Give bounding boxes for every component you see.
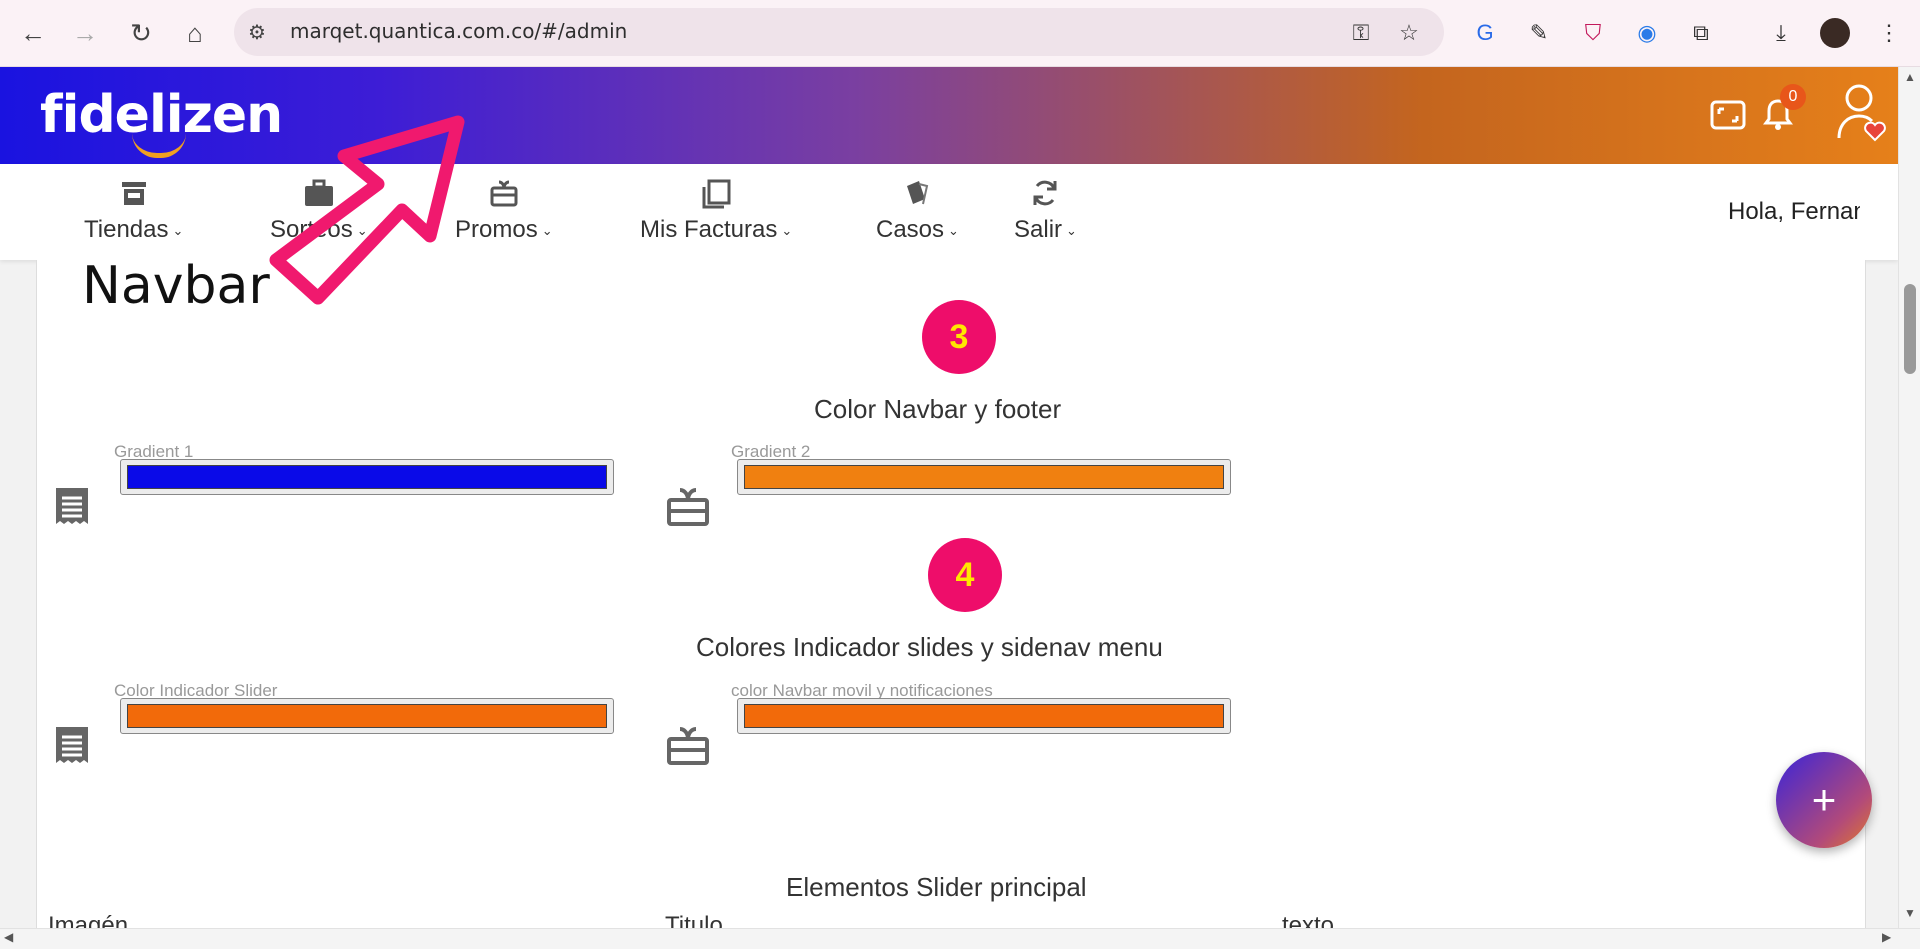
key-icon[interactable]: ⚿ xyxy=(1344,16,1378,50)
puzzle-icon[interactable]: ⧉ xyxy=(1684,16,1718,50)
gift-icon xyxy=(666,486,710,531)
profile-avatar[interactable] xyxy=(1818,16,1852,50)
step-number-badge: 4 xyxy=(928,538,1002,612)
menu-item-mis-facturas[interactable]: Mis Facturas ⌄ xyxy=(640,178,792,244)
vertical-scrollbar[interactable] xyxy=(1898,67,1920,928)
copy-icon xyxy=(700,178,732,214)
forward-icon[interactable]: → xyxy=(68,16,102,50)
section-heading: Elementos Slider principal xyxy=(786,872,1087,902)
home-icon[interactable]: ⌂ xyxy=(178,16,212,50)
menu-item-casos[interactable]: Casos ⌄ xyxy=(876,178,959,244)
user-greeting: Hola, Fernan xyxy=(1728,198,1860,225)
color-swatch xyxy=(744,465,1224,489)
url-text[interactable]: marqet.quantica.com.co/#/admin xyxy=(290,19,627,43)
menu-label: Salir xyxy=(1014,216,1063,243)
chevron-down-icon: ⌄ xyxy=(1066,222,1077,238)
chevron-down-icon: ⌄ xyxy=(172,222,184,238)
scroll-down-icon[interactable]: ▼ xyxy=(1904,906,1916,920)
indicator-slider-color-input[interactable] xyxy=(120,698,614,734)
gradient-2-color-input[interactable] xyxy=(737,459,1231,495)
chevron-down-icon: ⌄ xyxy=(948,222,959,238)
receipt-icon xyxy=(52,486,92,531)
sync-icon xyxy=(1030,178,1060,214)
user-favorite-icon[interactable] xyxy=(1834,81,1890,145)
gradient-1-color-input[interactable] xyxy=(120,459,614,495)
gift-icon xyxy=(489,178,519,214)
section-heading: Colores Indicador slides y sidenav menu xyxy=(696,632,1163,662)
color-swatch xyxy=(744,704,1224,728)
vertical-scroll-thumb[interactable] xyxy=(1904,284,1916,374)
section-heading: Color Navbar y footer xyxy=(814,394,1062,424)
notification-badge: 0 xyxy=(1780,84,1806,110)
back-icon[interactable]: ← xyxy=(16,16,50,50)
extension-blue-icon[interactable]: ◉ xyxy=(1630,16,1664,50)
add-fab-button[interactable]: + xyxy=(1776,752,1872,848)
scroll-right-icon[interactable]: ▶ xyxy=(1882,930,1891,944)
eyedropper-icon[interactable]: ✎ xyxy=(1522,16,1556,50)
site-info-icon[interactable]: ⚙ xyxy=(248,20,266,45)
horizontal-scrollbar[interactable] xyxy=(0,928,1920,949)
logo-smile xyxy=(132,133,186,158)
download-icon[interactable]: ⤓ xyxy=(1764,16,1798,50)
reload-icon[interactable]: ↻ xyxy=(124,16,158,50)
pink-annotation-arrow xyxy=(269,115,465,305)
scan-icon[interactable] xyxy=(1708,95,1748,135)
gift-icon xyxy=(666,725,710,770)
chevron-down-icon: ⌄ xyxy=(781,222,793,238)
chevron-down-icon: ⌄ xyxy=(541,222,553,238)
shield-extension-icon[interactable]: ⛉ xyxy=(1576,16,1610,50)
translate-icon[interactable]: G xyxy=(1468,16,1502,50)
store-icon xyxy=(119,178,149,214)
menu-label: Casos xyxy=(876,216,945,243)
receipt-icon xyxy=(52,725,92,770)
color-swatch xyxy=(127,465,607,489)
menu-label: Tiendas xyxy=(84,216,169,243)
menu-item-salir[interactable]: Salir ⌄ xyxy=(1014,178,1077,244)
star-icon[interactable]: ☆ xyxy=(1392,16,1426,50)
menu-label: Mis Facturas xyxy=(640,216,778,243)
menu-item-tiendas[interactable]: Tiendas ⌄ xyxy=(84,178,183,244)
scroll-up-icon[interactable]: ▲ xyxy=(1904,70,1916,84)
page-title: Navbar xyxy=(82,256,270,316)
navbar-movil-color-input[interactable] xyxy=(737,698,1231,734)
browser-toolbar: ← → ↻ ⌂ ⚙ marqet.quantica.com.co/#/admin… xyxy=(0,0,1920,67)
step-number-badge: 3 xyxy=(922,300,996,374)
more-menu-icon[interactable]: ⋮ xyxy=(1872,16,1906,50)
color-swatch xyxy=(127,704,607,728)
cards-icon xyxy=(901,178,933,214)
scroll-left-icon[interactable]: ◀ xyxy=(4,930,13,944)
